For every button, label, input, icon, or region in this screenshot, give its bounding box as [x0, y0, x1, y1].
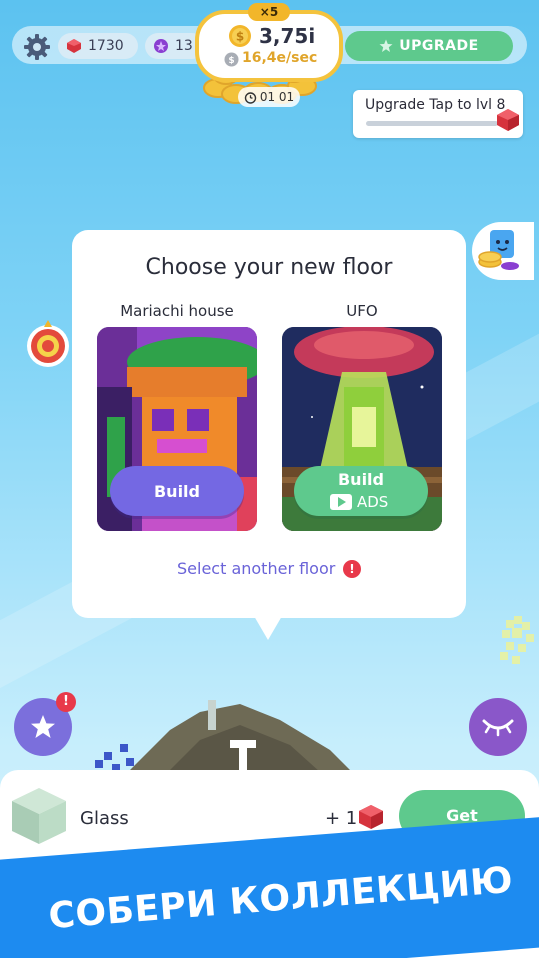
floor-name-mariachi: Mariachi house — [120, 302, 234, 320]
rubies-counter[interactable]: 1730 — [58, 33, 138, 59]
build-label: Build — [337, 470, 384, 489]
multiplier-badge: ×5 — [248, 3, 290, 21]
ads-row: ADS — [330, 493, 388, 511]
build-mariachi-button[interactable]: Build — [110, 466, 244, 516]
closed-eye-icon — [482, 719, 514, 737]
upgrade-tap-label: Upgrade Tap to lvl 8 — [365, 97, 506, 113]
reward-count: + 1 — [325, 808, 358, 829]
pixel-cloud-decoration — [500, 616, 534, 664]
timer-value: 01 01 — [259, 90, 295, 104]
upgrade-tap-progress-fill — [366, 121, 498, 126]
video-play-icon — [330, 494, 352, 510]
gear-icon[interactable] — [22, 32, 52, 62]
alert-icon: ! — [343, 560, 361, 578]
balance-value: 3,75i — [259, 24, 316, 48]
income-rate: 16,4e/sec — [242, 50, 318, 66]
dialog-title: Choose your new floor — [145, 255, 393, 280]
view-toggle-eye-button[interactable] — [469, 698, 527, 756]
ruby-icon — [359, 805, 383, 829]
select-another-floor-link[interactable]: Select another floor — [177, 559, 335, 578]
gems-value: 13 — [175, 38, 193, 54]
upgrade-label: UPGRADE — [399, 38, 479, 54]
star-alert-badge: ! — [56, 692, 76, 712]
reward-item-name: Glass — [80, 808, 129, 829]
star-icon — [379, 39, 393, 52]
spin-wheel-icon[interactable] — [24, 320, 72, 368]
upgrade-button[interactable]: UPGRADE — [345, 31, 513, 61]
dollar-coin-icon: $ — [229, 25, 251, 47]
upgrade-tap-progress — [366, 121, 498, 126]
ruby-icon — [497, 109, 519, 131]
svg-text:$: $ — [228, 56, 234, 66]
timer-pill: 01 01 — [238, 87, 300, 107]
alarm-clock-icon — [244, 91, 257, 104]
build-ufo-ads-button[interactable]: Build ADS — [294, 466, 428, 516]
rubies-value: 1730 — [88, 38, 124, 54]
ads-label: ADS — [357, 493, 389, 511]
star-icon — [31, 715, 55, 738]
ruby-icon — [67, 39, 81, 53]
build-label: Build — [153, 481, 200, 501]
character-coins-icon — [478, 230, 519, 270]
svg-text:$: $ — [236, 30, 244, 44]
glass-cube-icon — [12, 788, 66, 844]
offers-side-button[interactable] — [472, 222, 534, 280]
dialog-pointer — [254, 616, 282, 640]
floor-name-ufo: UFO — [346, 302, 378, 320]
silver-coin-icon: $ — [224, 52, 239, 67]
purple-gem-icon — [154, 39, 168, 53]
